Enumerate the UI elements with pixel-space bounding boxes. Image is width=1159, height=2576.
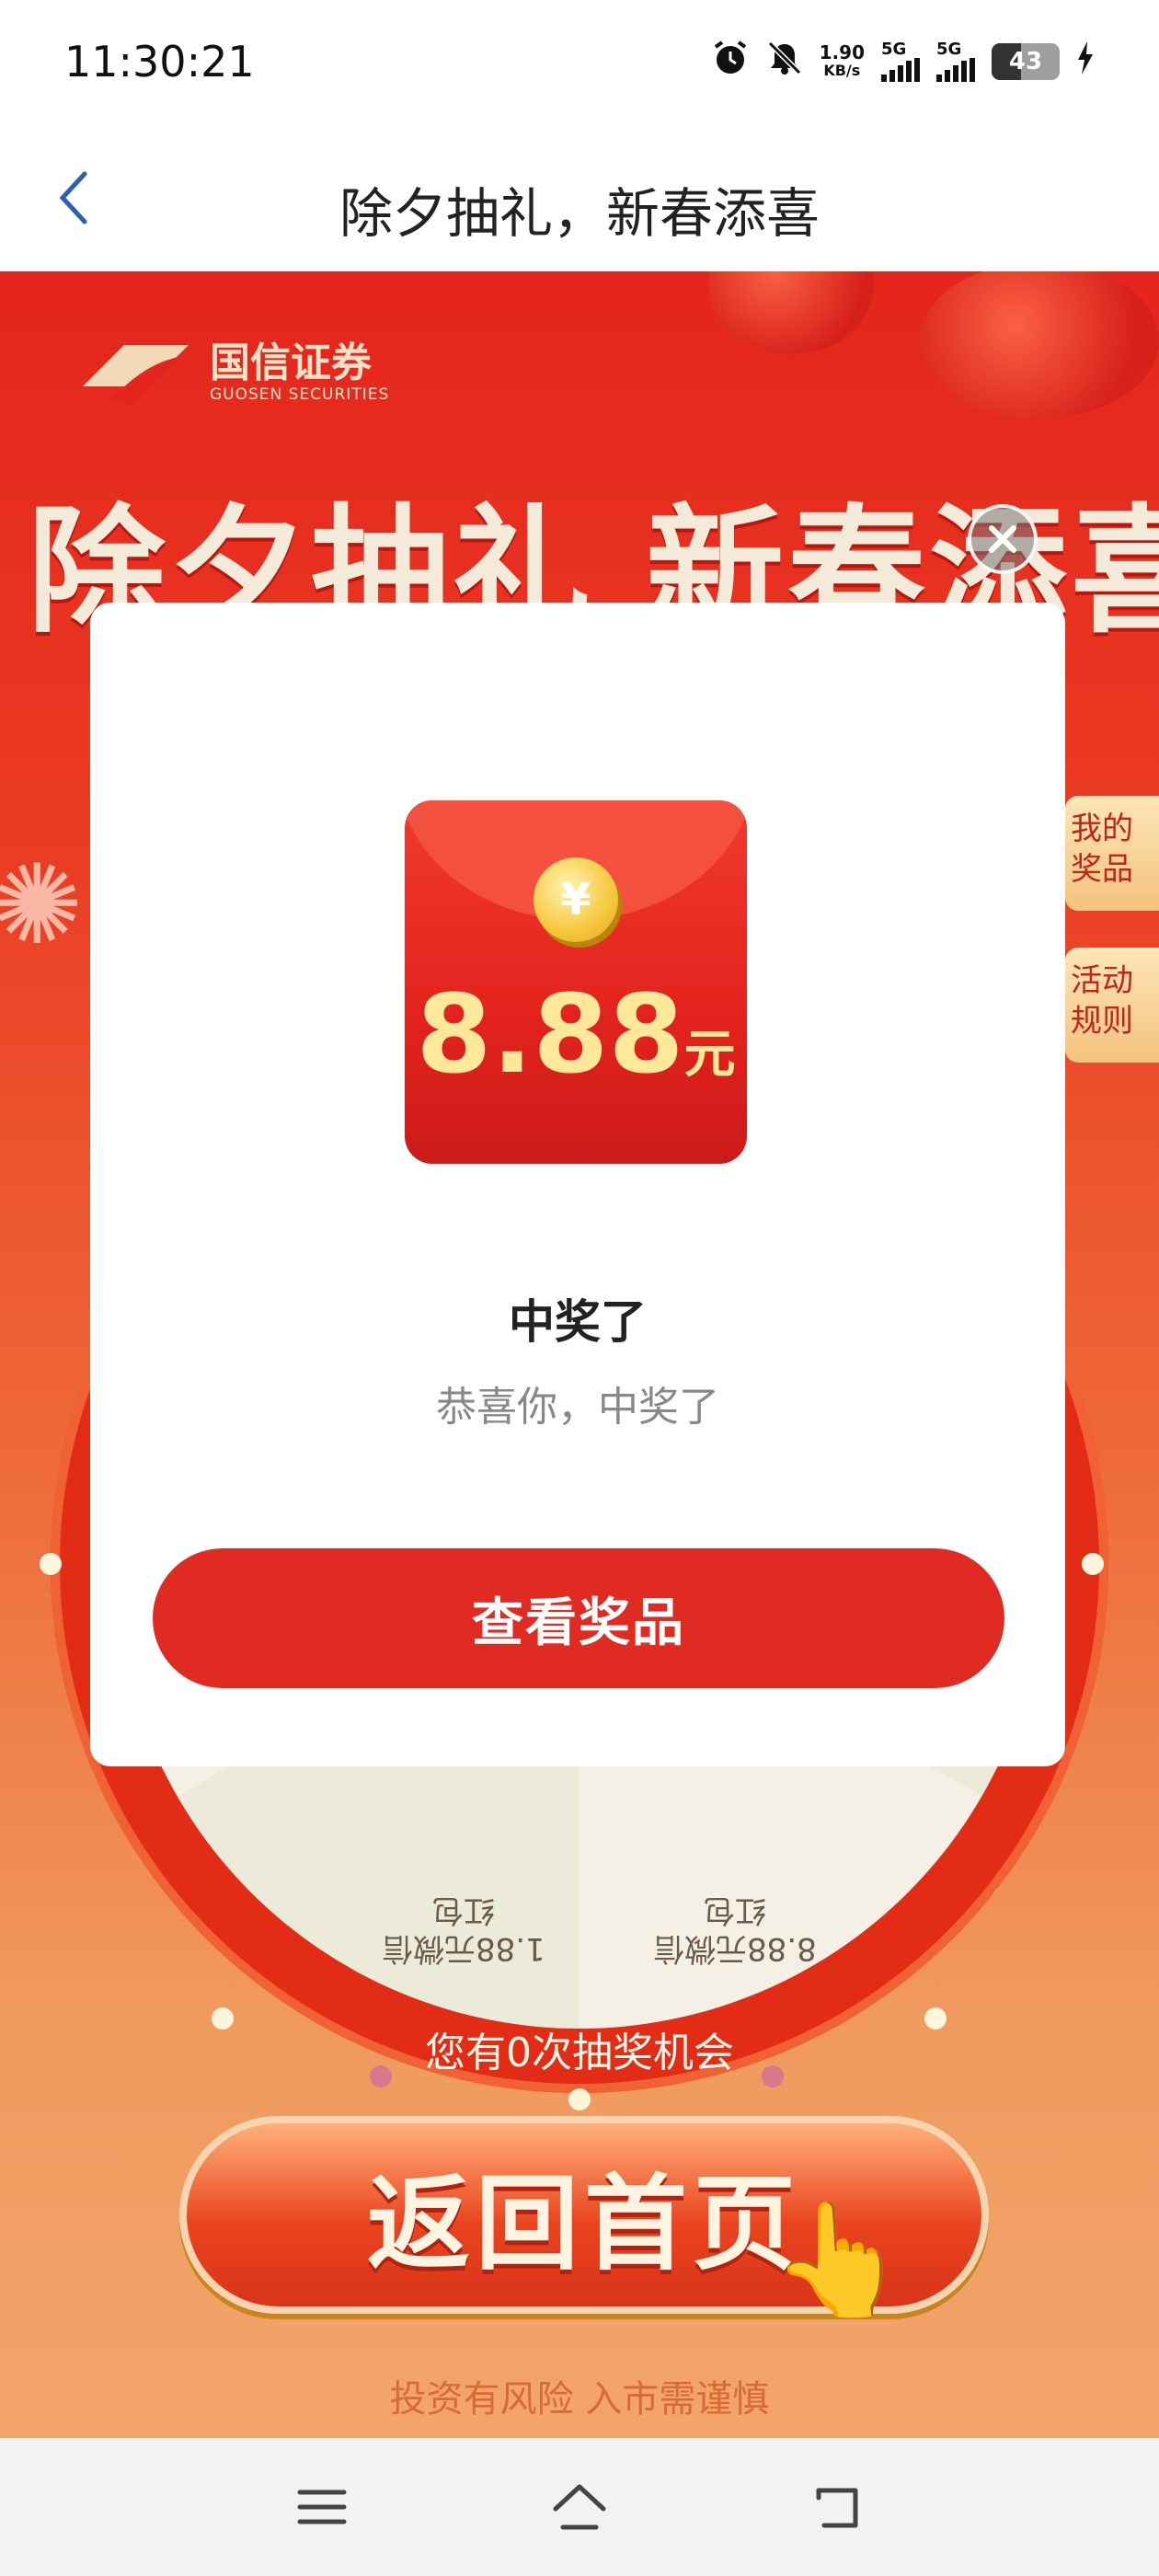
system-nav-bar (0, 2438, 1159, 2576)
prize-amount-unit: 元 (683, 1025, 736, 1085)
back-icon (816, 2488, 858, 2528)
win-subtitle: 恭喜你，中奖了 (436, 1384, 719, 1431)
prize-amount: 8.88元 (405, 971, 747, 1098)
coin-icon: ¥ (534, 857, 618, 942)
prize-modal: ¥ 8.88元 中奖了 恭喜你，中奖了 查看奖品 (90, 603, 1065, 1766)
menu-button[interactable] (293, 2478, 351, 2536)
alarm-icon (711, 39, 750, 84)
home-icon (553, 2484, 606, 2530)
red-envelope: ¥ 8.88元 (405, 800, 747, 1164)
menu-icon (297, 2490, 347, 2524)
page-title: 除夕抽礼，新春添喜 (339, 182, 820, 245)
close-icon (989, 525, 1016, 553)
prize-amount-value: 8.88 (416, 971, 684, 1098)
win-title: 中奖了 (509, 1295, 647, 1349)
battery-level: 43 (1008, 47, 1043, 75)
signal-label: 5G (936, 39, 962, 59)
status-icons: 1.90 KB/s 5G 5G 43 (711, 39, 1095, 84)
battery-icon: 43 (992, 42, 1060, 80)
signal-label: 5G (881, 39, 907, 59)
view-prize-button[interactable]: 查看奖品 (153, 1548, 1004, 1688)
signal-icon: 5G (936, 39, 975, 82)
title-bar: 除夕抽礼，新春添喜 (0, 124, 1159, 271)
back-nav-button[interactable] (808, 2478, 866, 2536)
status-time: 11:30:21 (64, 37, 255, 86)
home-button[interactable] (550, 2478, 609, 2536)
charging-icon (1076, 40, 1095, 83)
close-modal-button[interactable] (968, 504, 1038, 574)
net-speed-value: 1.90 (819, 40, 865, 63)
coin-symbol: ¥ (560, 874, 591, 926)
signal-icon: 5G (881, 39, 920, 82)
net-speed: 1.90 KB/s (820, 43, 865, 80)
status-bar: 11:30:21 1.90 KB/s 5G 5G 43 (0, 0, 1159, 124)
net-speed-unit: KB/s (823, 61, 861, 79)
bell-muted-icon (766, 40, 803, 83)
